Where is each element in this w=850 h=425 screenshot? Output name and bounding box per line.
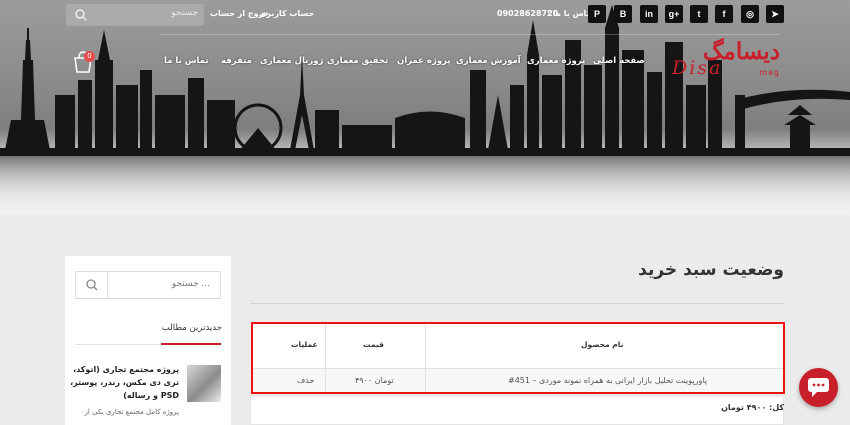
title-divider <box>250 303 784 304</box>
cart-total: کل: ۴۹۰۰ تومان <box>721 403 784 412</box>
chat-bubble-icon <box>808 378 829 397</box>
nav-architecture-projects[interactable]: پروژه معماری <box>527 56 585 66</box>
linkedin-icon[interactable]: in <box>640 5 658 23</box>
page-title: وضعیت سبد خرید <box>638 260 784 280</box>
nav-misc[interactable]: متفرقه <box>221 56 252 66</box>
nav-civil-projects[interactable]: پروژه عمران <box>397 56 451 66</box>
instagram-icon[interactable]: ◎ <box>741 5 759 23</box>
latest-posts-heading: جدیدترین مطالب <box>161 323 222 333</box>
google-plus-icon[interactable]: g+ <box>665 5 683 23</box>
col-divider <box>325 324 326 392</box>
header-product: نام محصول <box>581 340 624 349</box>
site-header: جستجو خروج از حساب حساب کاربری 090286287… <box>0 0 850 215</box>
heading-accent-line <box>161 343 221 345</box>
header-search-placeholder: جستجو <box>171 8 198 18</box>
account-link[interactable]: حساب کاربری <box>259 9 314 18</box>
search-icon <box>86 279 98 291</box>
nav-divider <box>160 34 780 35</box>
search-icon <box>75 9 87 21</box>
logo-text-mag: mag <box>759 68 780 77</box>
sidebar: جستجو ... جدیدترین مطالب پروژه مجتمع تجا… <box>65 256 231 425</box>
facebook-icon[interactable]: f <box>715 5 733 23</box>
telegram-icon[interactable]: ➤ <box>766 5 784 23</box>
sidebar-search-input[interactable]: جستجو ... <box>75 271 221 299</box>
header-actions: عملیات <box>291 340 318 349</box>
header-price: قیمت <box>363 340 384 349</box>
cart-count-badge: 0 <box>84 51 95 62</box>
sidebar-search-placeholder: جستجو ... <box>171 279 210 289</box>
post-title-link[interactable]: پروژه مجتمع تجاری (اتوکد، تری دی مکس، رن… <box>69 363 179 402</box>
post-excerpt: پروژه کامل مجتمع تجاری یکی از <box>84 408 179 416</box>
blogger-icon[interactable]: B <box>614 5 632 23</box>
product-link[interactable]: #451 – پاورپوینت تحلیل بازار ایرانی به ه… <box>508 376 707 385</box>
logo-text-latin: Disa <box>672 57 723 79</box>
product-price: ۴۹۰۰ تومان <box>355 376 394 385</box>
sidebar-search-button[interactable] <box>76 272 108 298</box>
site-logo[interactable]: دیسامگ Disa mag <box>668 38 781 82</box>
pinterest-icon[interactable]: P <box>588 5 606 23</box>
chat-button[interactable] <box>799 368 838 407</box>
cart-table: نام محصول قیمت عملیات #451 – پاورپوینت ت… <box>251 322 785 394</box>
nav-home[interactable]: صفحه اصلی <box>593 56 645 66</box>
nav-architecture-tutorials[interactable]: آموزش معماری <box>456 56 521 66</box>
row-divider <box>253 368 783 369</box>
cart-summary <box>250 397 784 425</box>
remove-button[interactable]: حذف <box>297 376 314 385</box>
col-divider <box>425 324 426 392</box>
top-bar: جستجو خروج از حساب حساب کاربری 090286287… <box>0 0 850 30</box>
twitter-icon[interactable]: t <box>690 5 708 23</box>
header-search-input[interactable]: جستجو <box>66 4 204 26</box>
nav-architecture-research[interactable]: تحقیق معماری <box>327 56 388 66</box>
nav-architecture-journal[interactable]: ژورنال معماری <box>260 56 323 66</box>
nav-contact[interactable]: تماس با ما <box>164 56 209 66</box>
city-skyline-banner <box>0 5 850 206</box>
post-thumbnail[interactable] <box>187 365 221 402</box>
